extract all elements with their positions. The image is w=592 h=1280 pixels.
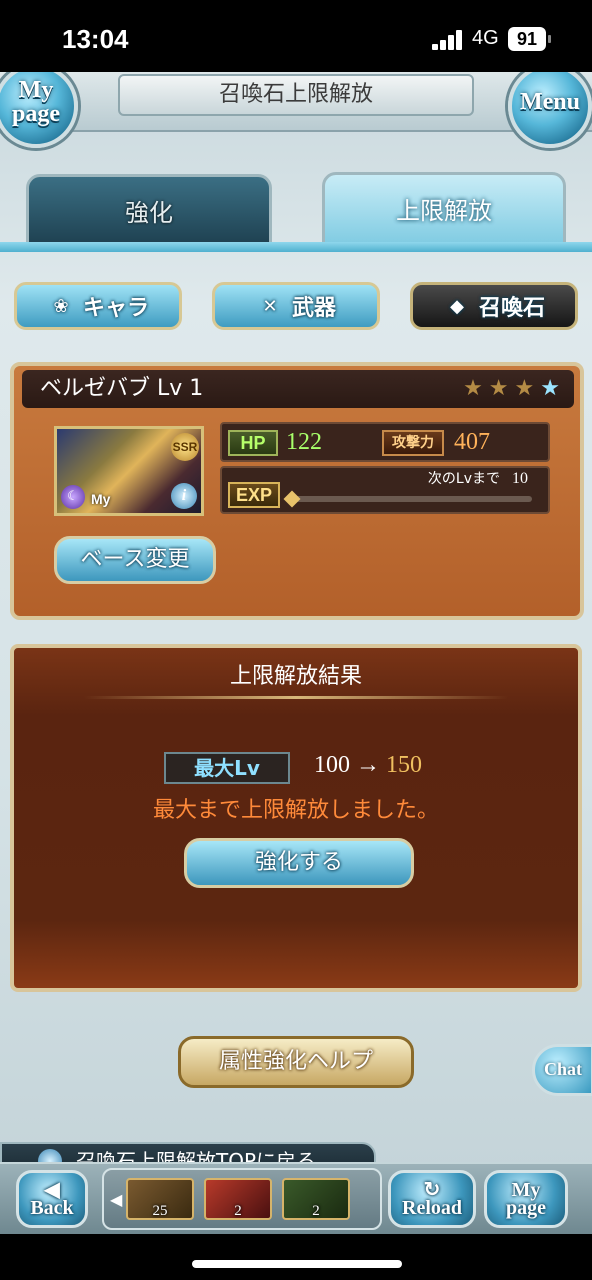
exp-progress-bar	[283, 490, 532, 508]
crystal-icon: ◆	[450, 295, 464, 317]
arrow-icon: →	[356, 752, 380, 778]
level-change: 100 → 150	[314, 752, 422, 779]
category-weapon-button[interactable]: ✕ 武器	[212, 282, 380, 330]
menu-label: Menu	[520, 89, 580, 115]
reload-label: Reload	[402, 1197, 462, 1219]
base-change-button[interactable]: ベース変更	[54, 536, 216, 584]
stats-box: HP 122 攻撃力 407	[220, 422, 550, 462]
bottom-mypage-label-2: page	[506, 1197, 546, 1219]
max-level-label: 最大Lv	[164, 752, 290, 784]
star-icon-filled: ★	[540, 376, 560, 401]
result-title: 上限解放結果	[229, 664, 362, 689]
home-indicator-area	[0, 1234, 592, 1280]
back-label: Back	[30, 1197, 74, 1219]
item-shortcut-strip: ◀ 25 2 2	[102, 1168, 382, 1230]
category-summon-button[interactable]: ◆ 召喚石	[410, 282, 578, 330]
ssr-badge: SSR	[171, 433, 199, 461]
home-indicator[interactable]	[192, 1260, 402, 1268]
tab-uncap[interactable]: 上限解放	[322, 172, 566, 248]
menu-button[interactable]: Menu	[508, 72, 592, 148]
my-badge: My	[91, 491, 111, 507]
element-icon: ☾	[61, 485, 85, 509]
exp-marker	[283, 490, 301, 508]
attack-value: 407	[454, 429, 490, 455]
network-type: 4G	[472, 27, 499, 49]
item-count: 2	[234, 1203, 242, 1219]
result-divider	[84, 696, 508, 699]
mypage-button[interactable]: My page	[0, 72, 78, 148]
attack-label: 攻撃力	[382, 430, 444, 456]
crossed-swords-icon: ✕	[262, 295, 278, 317]
game-screen: 召喚石上限解放 My page Menu 強化 上限解放 ❀ キャラ ✕ 武器 …	[0, 72, 592, 1234]
star-icon: ★	[514, 376, 535, 401]
item-count: 25	[152, 1203, 168, 1219]
mypage-label-1: My	[18, 77, 54, 103]
next-level-info: 次のLvまで 10	[428, 468, 528, 488]
element-help-button[interactable]: 属性強化ヘルプ	[178, 1036, 414, 1088]
hp-value: 122	[286, 429, 322, 455]
info-icon[interactable]: i	[171, 483, 197, 509]
star-icon: ★	[463, 376, 483, 401]
status-bar: 13:04 4G 91	[0, 0, 592, 72]
exp-box: EXP 次のLvまで 10	[220, 466, 550, 514]
signal-icon	[432, 30, 464, 50]
status-time: 13:04	[62, 24, 129, 54]
category-character-label: キャラ	[82, 296, 149, 321]
top-bar: 召喚石上限解放	[0, 72, 592, 132]
back-button[interactable]: ◀ Back	[16, 1170, 88, 1228]
scroll-left-icon[interactable]: ◀	[110, 1190, 122, 1209]
bottom-nav: ◀ Back ◀ 25 2 2 ↻ Reload My page	[0, 1162, 592, 1234]
next-level-value: 10	[512, 470, 528, 487]
item-slot[interactable]: 2	[282, 1178, 350, 1220]
summon-panel: ベルゼバブ Lv 1 ★ ★ ★ ★ SSR ☾ My i HP 122 攻撃力…	[10, 362, 584, 620]
summon-portrait[interactable]: SSR ☾ My i	[54, 426, 204, 516]
tab-enhance[interactable]: 強化	[26, 174, 272, 246]
item-count: 2	[312, 1203, 320, 1219]
item-slot[interactable]: 25	[126, 1178, 194, 1220]
exp-label: EXP	[228, 482, 280, 508]
character-icon: ❀	[53, 295, 69, 317]
reload-button[interactable]: ↻ Reload	[388, 1170, 476, 1228]
next-level-label: 次のLvまで	[427, 471, 500, 487]
category-summon-label: 召喚石	[478, 296, 545, 321]
uncap-result-panel: 上限解放結果 最大Lv 100 → 150 最大まで上限解放しました。 強化する	[10, 644, 582, 992]
item-slot[interactable]: 2	[204, 1178, 272, 1220]
mypage-label-2: page	[12, 101, 60, 127]
tab-underline	[0, 242, 592, 252]
level-from: 100	[314, 752, 350, 778]
summon-header: ベルゼバブ Lv 1 ★ ★ ★ ★	[22, 370, 574, 408]
page-title: 召喚石上限解放	[118, 74, 474, 116]
result-message: 最大まで上限解放しました。	[152, 798, 439, 823]
hp-label: HP	[228, 430, 278, 456]
bottom-mypage-button[interactable]: My page	[484, 1170, 568, 1228]
chat-button[interactable]: Chat	[532, 1044, 592, 1096]
level-to: 150	[386, 752, 422, 778]
enhance-button[interactable]: 強化する	[184, 838, 414, 888]
star-icon: ★	[488, 376, 509, 401]
summon-name-level: ベルゼバブ Lv 1	[40, 376, 204, 401]
category-character-button[interactable]: ❀ キャラ	[14, 282, 182, 330]
battery-icon: 91	[508, 27, 551, 51]
category-weapon-label: 武器	[291, 296, 336, 321]
uncap-stars: ★ ★ ★ ★	[463, 377, 560, 401]
